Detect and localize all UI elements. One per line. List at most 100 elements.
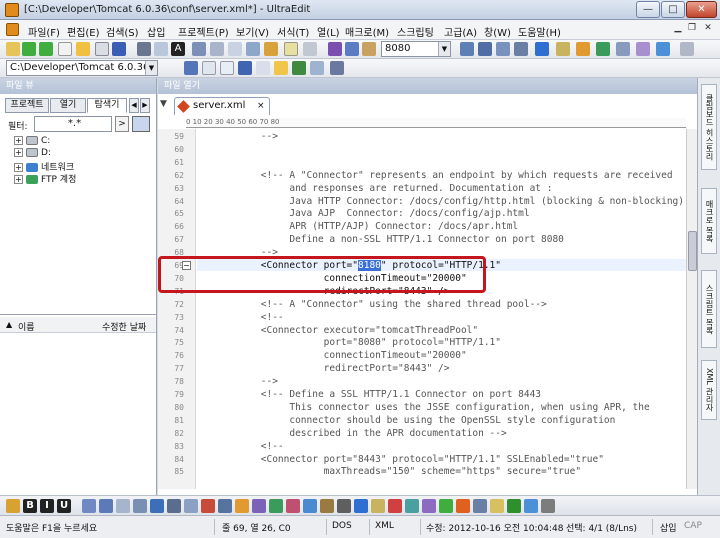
format-tool-icon[interactable] xyxy=(388,499,402,513)
code-line[interactable]: port="8080" protocol="HTTP/1.1" xyxy=(215,337,501,348)
expand-icon[interactable]: + xyxy=(14,175,23,184)
format-tool-icon[interactable] xyxy=(337,499,351,513)
format-tool-icon[interactable] xyxy=(320,499,334,513)
tab-menu-icon[interactable]: ▼ xyxy=(160,99,167,109)
code-line[interactable]: This connector uses the JSSE configurati… xyxy=(215,402,649,413)
italic-icon[interactable]: I xyxy=(40,499,54,513)
file-tab-server-xml[interactable]: server.xml × xyxy=(174,97,270,115)
tab-macro-list[interactable]: 매크로 목록 xyxy=(701,188,717,254)
format-tool-icon[interactable] xyxy=(507,499,521,513)
maximize-button[interactable]: □ xyxy=(661,1,685,18)
code-line[interactable]: described in the APR documentation --> xyxy=(215,428,506,439)
code-line[interactable]: <!-- xyxy=(215,441,284,452)
menu-window[interactable]: 창(W) xyxy=(484,24,511,39)
column-mode-icon[interactable] xyxy=(210,42,224,56)
minimize-button[interactable]: — xyxy=(636,1,660,18)
filter-apply-button[interactable]: > xyxy=(115,116,129,132)
pane-divider[interactable] xyxy=(0,314,156,315)
menu-format[interactable]: 서식(T) xyxy=(277,24,309,39)
format-tool-icon[interactable] xyxy=(82,499,96,513)
font-icon[interactable]: A xyxy=(171,42,185,56)
save-icon[interactable] xyxy=(112,42,126,56)
print-preview-icon[interactable] xyxy=(154,42,168,56)
hex-mode-icon[interactable] xyxy=(228,42,242,56)
tree-item-ftp[interactable]: + FTP 계정 xyxy=(14,172,76,185)
close-file-icon[interactable] xyxy=(95,42,109,56)
menu-advanced[interactable]: 고급(A) xyxy=(444,24,477,39)
document-icon[interactable] xyxy=(256,61,270,75)
tab-xml-manager[interactable]: XML 관리자 xyxy=(701,360,717,420)
toolbar-options-icon[interactable] xyxy=(680,42,694,56)
format-tool-icon[interactable] xyxy=(456,499,470,513)
spell-check-icon[interactable] xyxy=(596,42,610,56)
menu-file[interactable]: 파일(F) xyxy=(28,24,60,39)
scrollbar-thumb[interactable] xyxy=(688,231,697,271)
replace-icon[interactable] xyxy=(514,42,528,56)
tab-explorer[interactable]: 탐색기 xyxy=(87,98,127,113)
code-line[interactable]: Java AJP Connector: /docs/config/ajp.htm… xyxy=(215,208,529,219)
mdi-close-icon[interactable]: ✕ xyxy=(702,23,714,35)
format-tool-icon[interactable] xyxy=(99,499,113,513)
format-tool-icon[interactable] xyxy=(371,499,385,513)
menu-insert[interactable]: 삽입 xyxy=(147,24,165,39)
code-line[interactable]: APR (HTTP/AJP) Connector: /docs/apr.html xyxy=(215,221,518,232)
code-line[interactable]: <!-- Define a SSL HTTP/1.1 Connector on … xyxy=(215,389,541,400)
vertical-scrollbar[interactable] xyxy=(686,129,697,489)
close-button[interactable]: ✕ xyxy=(686,1,717,18)
ruler-icon[interactable] xyxy=(246,42,260,56)
tab-scroll-left-icon[interactable]: ◀ xyxy=(129,98,139,113)
code-line[interactable]: --> xyxy=(215,376,278,387)
cut-icon[interactable] xyxy=(328,42,342,56)
tab-project[interactable]: 프로젝트 xyxy=(5,98,49,113)
find-icon[interactable] xyxy=(460,42,474,56)
help-icon[interactable] xyxy=(656,42,670,56)
tab-open[interactable]: 열기 xyxy=(50,98,86,113)
status-syntax[interactable]: XML xyxy=(375,521,394,531)
html-preview-icon[interactable] xyxy=(202,61,216,75)
path-combo[interactable]: C:\Developer\Tomcat 6.0.36\c ▼ xyxy=(6,60,158,76)
format-tool-icon[interactable] xyxy=(252,499,266,513)
forward-icon[interactable] xyxy=(39,42,53,56)
bold-icon[interactable]: B xyxy=(23,499,37,513)
format-tool-icon[interactable] xyxy=(541,499,555,513)
tree-item-drive-c[interactable]: + C: xyxy=(14,136,50,146)
format-tool-icon[interactable] xyxy=(473,499,487,513)
expand-icon[interactable]: + xyxy=(14,163,23,172)
format-tool-icon[interactable] xyxy=(6,499,20,513)
expand-icon[interactable]: + xyxy=(14,148,23,157)
code-line[interactable]: Define a non-SSL HTTP/1.1 Connector on p… xyxy=(215,234,564,245)
tab-scroll-right-icon[interactable]: ▶ xyxy=(140,98,150,113)
format-tool-icon[interactable] xyxy=(524,499,538,513)
format-tool-icon[interactable] xyxy=(201,499,215,513)
tab-script-list[interactable]: 스크립트 목록 xyxy=(701,270,717,348)
paste-icon[interactable] xyxy=(362,42,376,56)
menu-macro[interactable]: 매크로(M) xyxy=(345,24,389,39)
code-line[interactable]: <!-- xyxy=(215,312,284,323)
format-tool-icon[interactable] xyxy=(405,499,419,513)
goto-line-icon[interactable] xyxy=(576,42,590,56)
menu-project[interactable]: 프로젝트(P) xyxy=(178,24,229,39)
menu-search[interactable]: 검색(S) xyxy=(106,24,139,39)
format-tool-icon[interactable] xyxy=(490,499,504,513)
format-tool-icon[interactable] xyxy=(286,499,300,513)
print-icon[interactable] xyxy=(137,42,151,56)
more-tools-icon[interactable] xyxy=(330,61,344,75)
tree-item-drive-d[interactable]: + D: xyxy=(14,148,51,158)
file-tree-icon[interactable] xyxy=(284,42,298,56)
format-tool-icon[interactable] xyxy=(218,499,232,513)
open-folder-icon[interactable] xyxy=(76,42,90,56)
mdi-restore-icon[interactable]: ❐ xyxy=(686,23,698,35)
code-line[interactable]: and responses are returned. Documentatio… xyxy=(215,183,552,194)
word-wrap-icon[interactable] xyxy=(192,42,206,56)
text-icon[interactable] xyxy=(220,61,234,75)
menu-column[interactable]: 열(L) xyxy=(317,24,340,39)
document-menu-icon[interactable] xyxy=(6,23,19,36)
code-line[interactable]: redirectPort="8443" /> xyxy=(215,363,450,374)
expand-icon[interactable]: + xyxy=(14,136,23,145)
macro-icon[interactable] xyxy=(636,42,650,56)
format-tool-icon[interactable] xyxy=(269,499,283,513)
telnet-icon[interactable] xyxy=(310,61,324,75)
status-line-ending[interactable]: DOS xyxy=(332,521,352,531)
find-in-files-icon[interactable] xyxy=(535,42,549,56)
find-next-icon[interactable] xyxy=(478,42,492,56)
